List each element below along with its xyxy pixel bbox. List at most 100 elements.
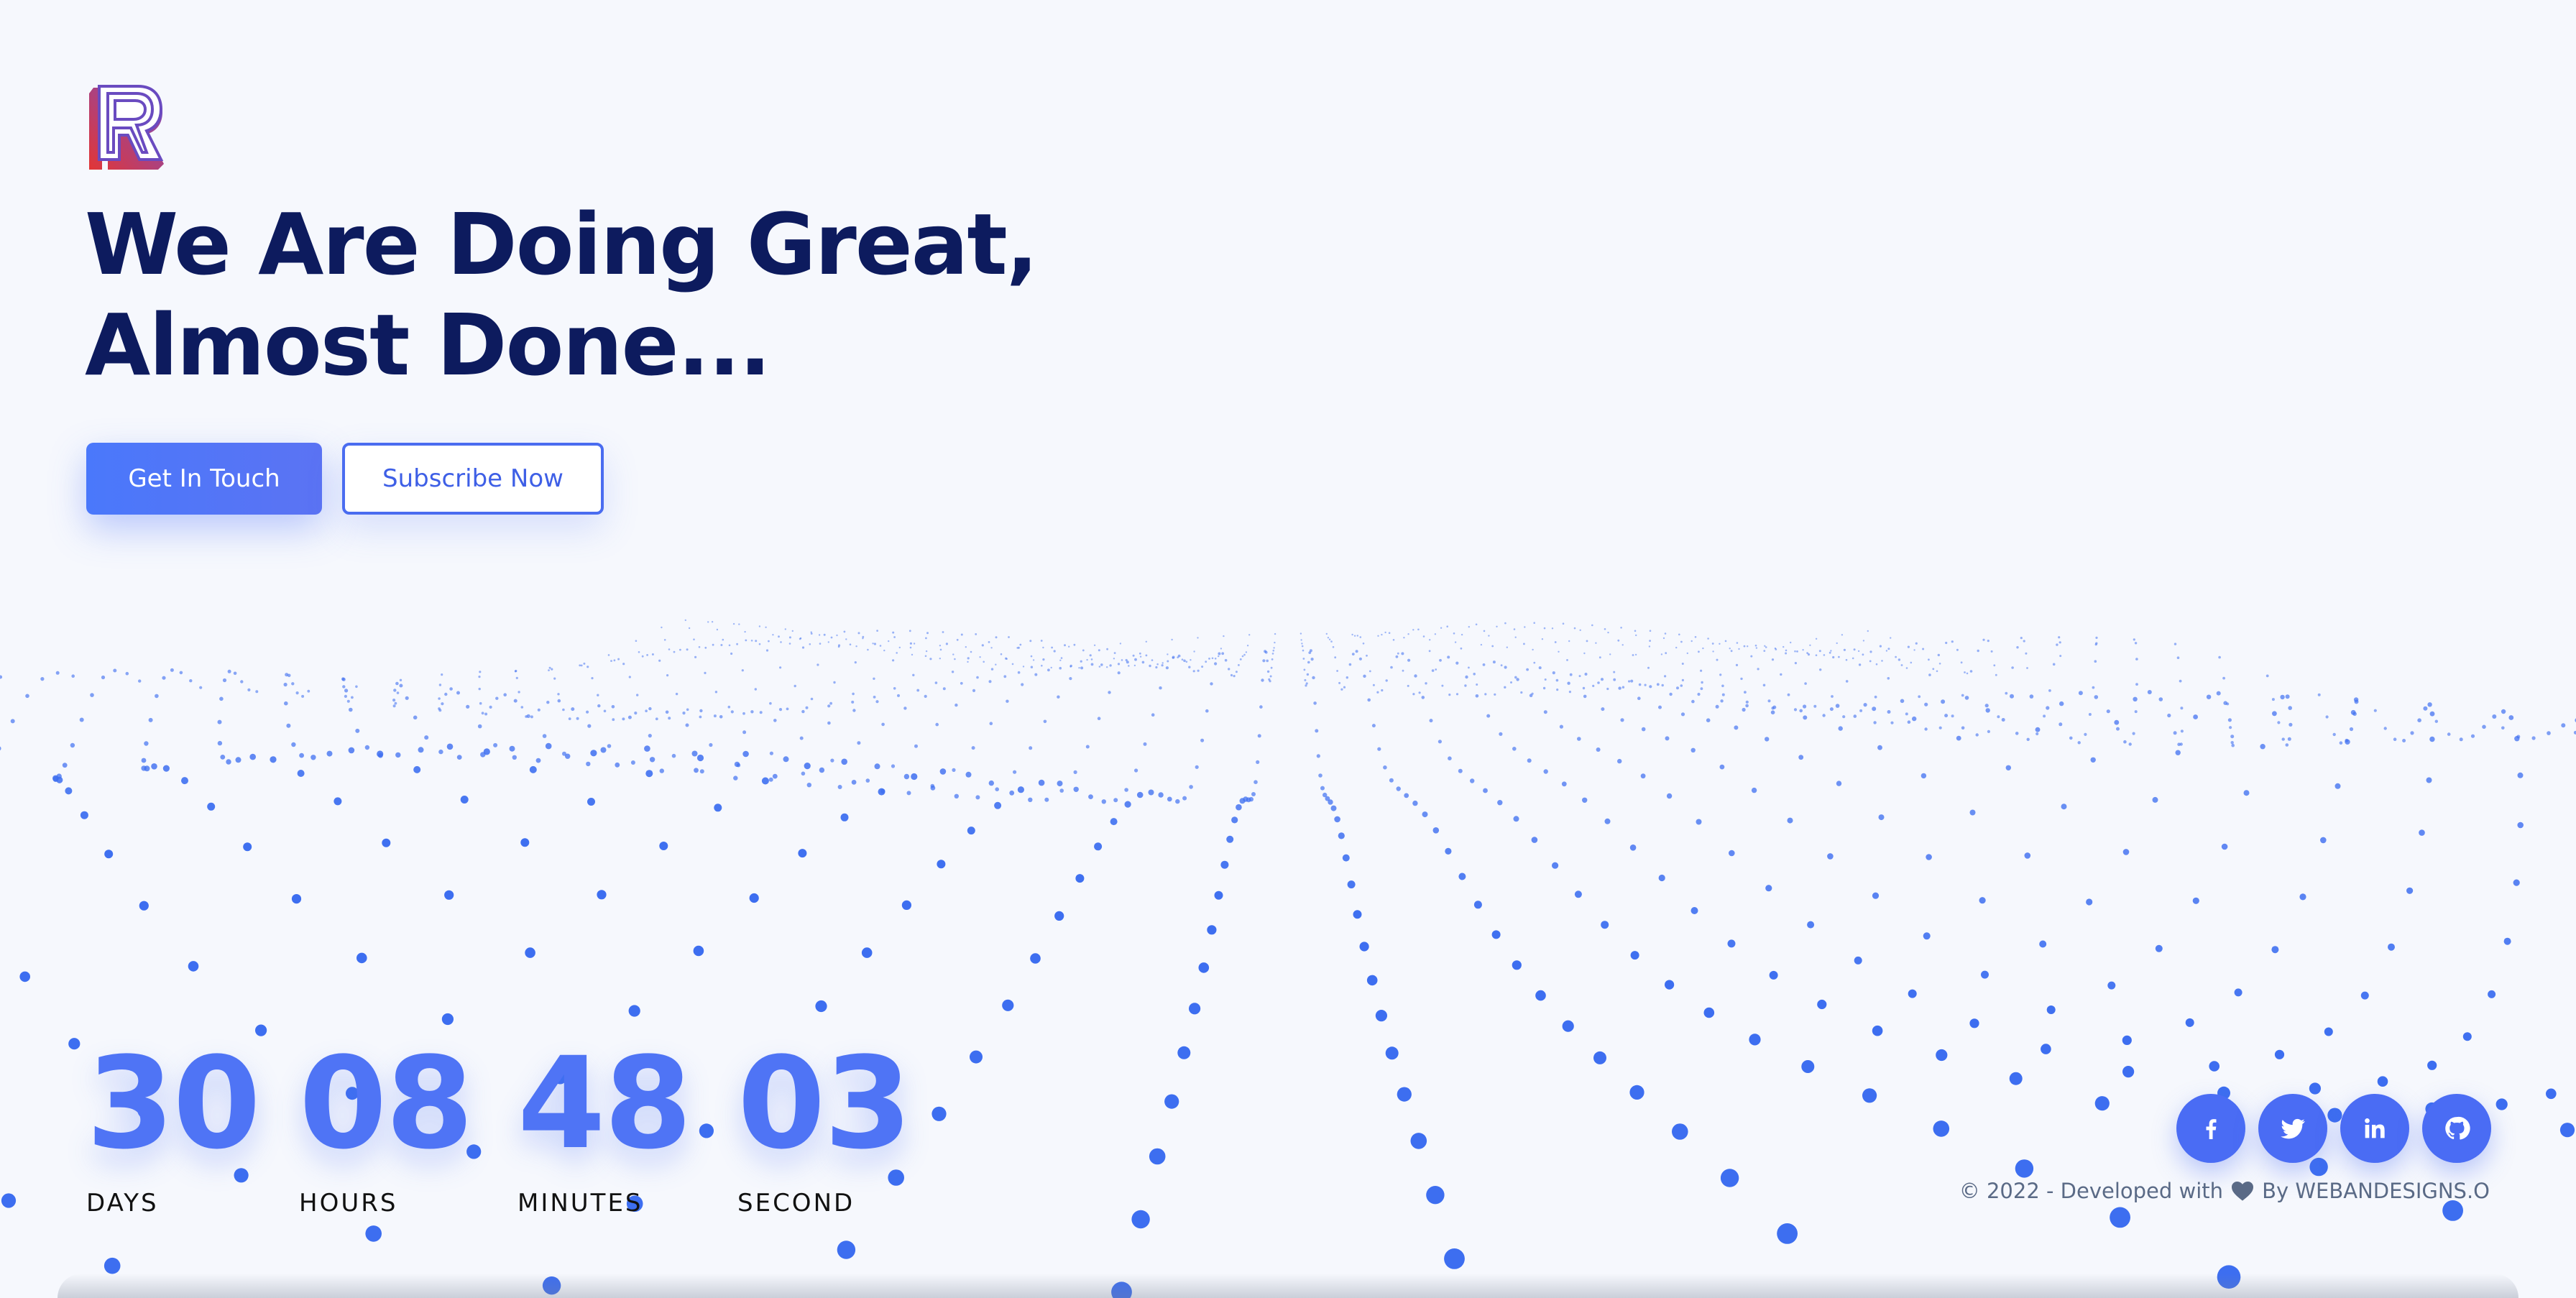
wave-dot xyxy=(2059,701,2064,706)
twitter-icon xyxy=(2281,1118,2305,1139)
wave-dot xyxy=(1473,901,1482,909)
wave-dot xyxy=(1727,939,1736,948)
get-in-touch-button[interactable]: Get In Touch xyxy=(86,443,322,515)
twitter-link[interactable] xyxy=(2258,1094,2327,1163)
wave-dot xyxy=(845,638,847,640)
wave-dot xyxy=(1030,655,1033,658)
wave-dot xyxy=(222,678,227,683)
wave-dot xyxy=(2230,741,2234,745)
wave-dot xyxy=(1838,655,1840,658)
wave-dot xyxy=(1735,663,1739,667)
wave-dot xyxy=(892,659,895,662)
wave-dot xyxy=(2094,1096,2110,1111)
wave-dot xyxy=(1680,640,1683,643)
wave-dot xyxy=(929,658,932,660)
wave-dot xyxy=(646,654,648,656)
wave-dot xyxy=(841,758,847,765)
wave-dot xyxy=(816,663,819,666)
wave-dot xyxy=(1691,699,1695,704)
wave-dot xyxy=(2192,897,2199,904)
wave-dot xyxy=(456,755,462,760)
wave-dot xyxy=(1613,678,1616,681)
wave-dot xyxy=(518,691,520,694)
wave-dot xyxy=(768,640,770,643)
wave-dot xyxy=(1765,737,1770,742)
wave-dot xyxy=(935,722,939,727)
wave-dot xyxy=(1721,693,1725,696)
wave-dot xyxy=(722,638,724,641)
wave-dot xyxy=(1835,704,1840,708)
wave-dot xyxy=(1742,707,1746,712)
wave-dot xyxy=(1483,788,1488,793)
wave-dot xyxy=(2260,744,2266,750)
wave-dot xyxy=(1523,643,1525,645)
footer-suffix[interactable]: By WEBANDESIGNS.O xyxy=(2262,1179,2490,1203)
wave-dot xyxy=(912,673,915,676)
wave-dot xyxy=(1412,629,1414,631)
github-link[interactable] xyxy=(2422,1094,2491,1163)
wave-dot xyxy=(2503,937,2511,945)
wave-dot xyxy=(19,971,30,982)
wave-dot xyxy=(1770,710,1775,714)
wave-dot xyxy=(1141,660,1145,664)
wave-dot xyxy=(1455,693,1459,696)
facebook-link[interactable] xyxy=(2176,1094,2245,1163)
wave-dot xyxy=(1208,658,1210,660)
wave-dot xyxy=(857,632,860,635)
wave-dot xyxy=(1029,746,1033,750)
wave-dot xyxy=(2271,698,2275,701)
wave-dot xyxy=(141,758,147,763)
wave-dot xyxy=(1771,706,1775,710)
wave-dot xyxy=(1220,860,1229,869)
wave-dot xyxy=(1016,647,1018,649)
wave-dot xyxy=(503,693,507,696)
wave-dot xyxy=(1028,797,1033,803)
wave-dot xyxy=(1359,942,1369,952)
wave-dot xyxy=(1634,653,1637,656)
wave-dot xyxy=(2285,743,2289,747)
wave-dot xyxy=(2077,741,2081,745)
wave-dot xyxy=(2272,711,2277,717)
wave-dot xyxy=(1862,640,1865,642)
wave-dot xyxy=(438,749,443,755)
wave-dot xyxy=(40,677,45,681)
wave-dot xyxy=(2023,640,2025,643)
wave-dot xyxy=(1681,678,1684,682)
wave-dot xyxy=(1136,791,1144,798)
wave-dot xyxy=(1720,699,1724,703)
wave-dot xyxy=(1392,639,1395,641)
wave-dot xyxy=(1819,668,1822,671)
wave-dot xyxy=(1985,708,1990,713)
wave-dot xyxy=(1785,649,1788,652)
wave-dot xyxy=(851,700,855,704)
wave-dot xyxy=(2090,757,2096,763)
linkedin-link[interactable] xyxy=(2340,1094,2409,1163)
wave-dot xyxy=(441,702,444,706)
wave-dot xyxy=(1583,694,1587,699)
wave-dot xyxy=(1269,680,1271,683)
wave-dot xyxy=(1106,648,1108,650)
wave-dot xyxy=(1238,664,1240,666)
wave-dot xyxy=(713,714,717,718)
wave-dot xyxy=(2402,739,2406,742)
wave-dot xyxy=(655,717,658,721)
wave-dot xyxy=(2106,709,2110,714)
wave-dot xyxy=(2419,829,2425,836)
wave-dot xyxy=(104,850,114,859)
wave-dot xyxy=(1346,676,1349,679)
wave-dot xyxy=(761,777,769,785)
wave-dot xyxy=(348,747,355,754)
wave-dot xyxy=(1630,679,1634,683)
wave-dot xyxy=(873,643,876,645)
wave-dot xyxy=(622,717,625,721)
wave-dot xyxy=(819,643,822,645)
wave-dot xyxy=(1924,702,1928,706)
wave-dot xyxy=(976,676,979,679)
wave-dot xyxy=(1073,770,1077,774)
wave-dot xyxy=(744,630,746,633)
wave-dot xyxy=(1628,680,1631,683)
wave-dot xyxy=(628,676,631,678)
wave-dot xyxy=(1306,673,1310,676)
brand-logo[interactable] xyxy=(86,83,167,171)
subscribe-now-button[interactable]: Subscribe Now xyxy=(342,443,604,515)
